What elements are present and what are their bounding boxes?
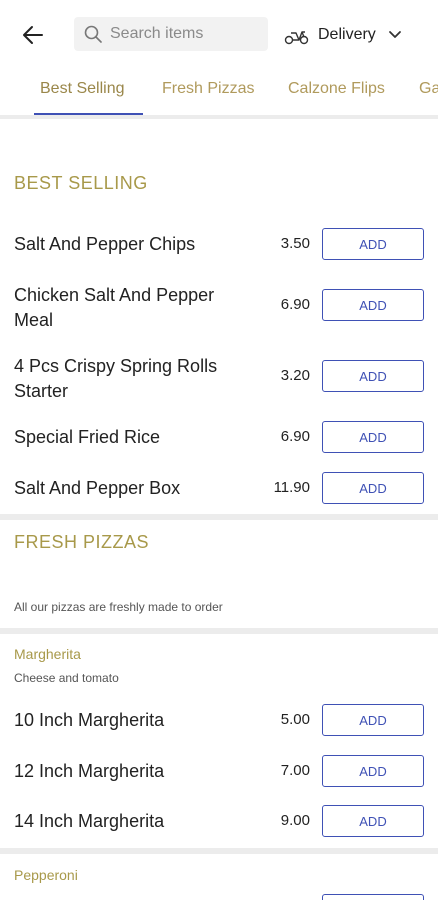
section-divider bbox=[0, 848, 438, 854]
item-price: 9.00 bbox=[280, 812, 310, 829]
add-button[interactable]: ADD bbox=[322, 360, 424, 392]
add-button[interactable]: ADD bbox=[322, 704, 424, 736]
item-price: 7.00 bbox=[280, 762, 310, 779]
item-name: 10 Inch Margherita bbox=[14, 710, 165, 730]
subcategory-title: Pepperoni bbox=[14, 867, 78, 883]
section-title-fresh-pizzas: FRESH PIZZAS bbox=[14, 532, 150, 552]
item-name: Special Fried Rice bbox=[14, 427, 161, 447]
top-bar: Delivery bbox=[0, 0, 438, 70]
scooter-icon bbox=[284, 31, 309, 45]
section-divider bbox=[0, 628, 438, 634]
tabs-divider bbox=[0, 115, 438, 119]
item-price: 5.00 bbox=[280, 711, 310, 728]
add-button-partial[interactable] bbox=[322, 894, 424, 900]
section-title-best-selling: BEST SELLING bbox=[14, 173, 148, 193]
subcategory-description: Cheese and tomato bbox=[14, 671, 119, 685]
item-price: 6.90 bbox=[280, 428, 310, 445]
tab-fresh-pizzas[interactable]: Fresh Pizzas bbox=[162, 80, 254, 98]
item-name: Chicken Salt And Pepper Meal bbox=[14, 285, 215, 330]
category-tabs: Best Selling Fresh Pizzas Calzone Flips … bbox=[0, 70, 438, 116]
tab-partial[interactable]: Ga bbox=[419, 80, 438, 98]
add-button[interactable]: ADD bbox=[322, 472, 424, 504]
subcategory-title: Margherita bbox=[14, 646, 81, 662]
item-name: Salt And Pepper Chips bbox=[14, 234, 196, 254]
chevron-down-icon bbox=[388, 31, 401, 38]
search-input[interactable] bbox=[110, 17, 260, 51]
tab-calzone-flips[interactable]: Calzone Flips bbox=[288, 80, 385, 98]
item-name: 14 Inch Margherita bbox=[14, 811, 165, 831]
search-icon bbox=[84, 25, 102, 43]
section-note: All our pizzas are freshly made to order bbox=[14, 600, 223, 614]
delivery-selector[interactable]: Delivery bbox=[284, 22, 402, 48]
add-button[interactable]: ADD bbox=[322, 421, 424, 453]
item-price: 3.20 bbox=[280, 367, 310, 384]
tab-best-selling[interactable]: Best Selling bbox=[40, 80, 125, 98]
search-box[interactable] bbox=[74, 17, 268, 51]
delivery-label: Delivery bbox=[318, 26, 376, 43]
item-price: 11.90 bbox=[273, 479, 310, 496]
add-button[interactable]: ADD bbox=[322, 289, 424, 321]
item-name: Salt And Pepper Box bbox=[14, 478, 181, 498]
item-name: 12 Inch Margherita bbox=[14, 761, 165, 781]
add-button[interactable]: ADD bbox=[322, 805, 424, 837]
back-arrow-icon[interactable] bbox=[18, 20, 48, 50]
item-price: 3.50 bbox=[280, 235, 310, 252]
section-divider bbox=[0, 514, 438, 520]
item-price: 6.90 bbox=[280, 296, 310, 313]
item-name: 4 Pcs Crispy Spring Rolls Starter bbox=[14, 356, 218, 401]
add-button[interactable]: ADD bbox=[322, 228, 424, 260]
add-button[interactable]: ADD bbox=[322, 755, 424, 787]
